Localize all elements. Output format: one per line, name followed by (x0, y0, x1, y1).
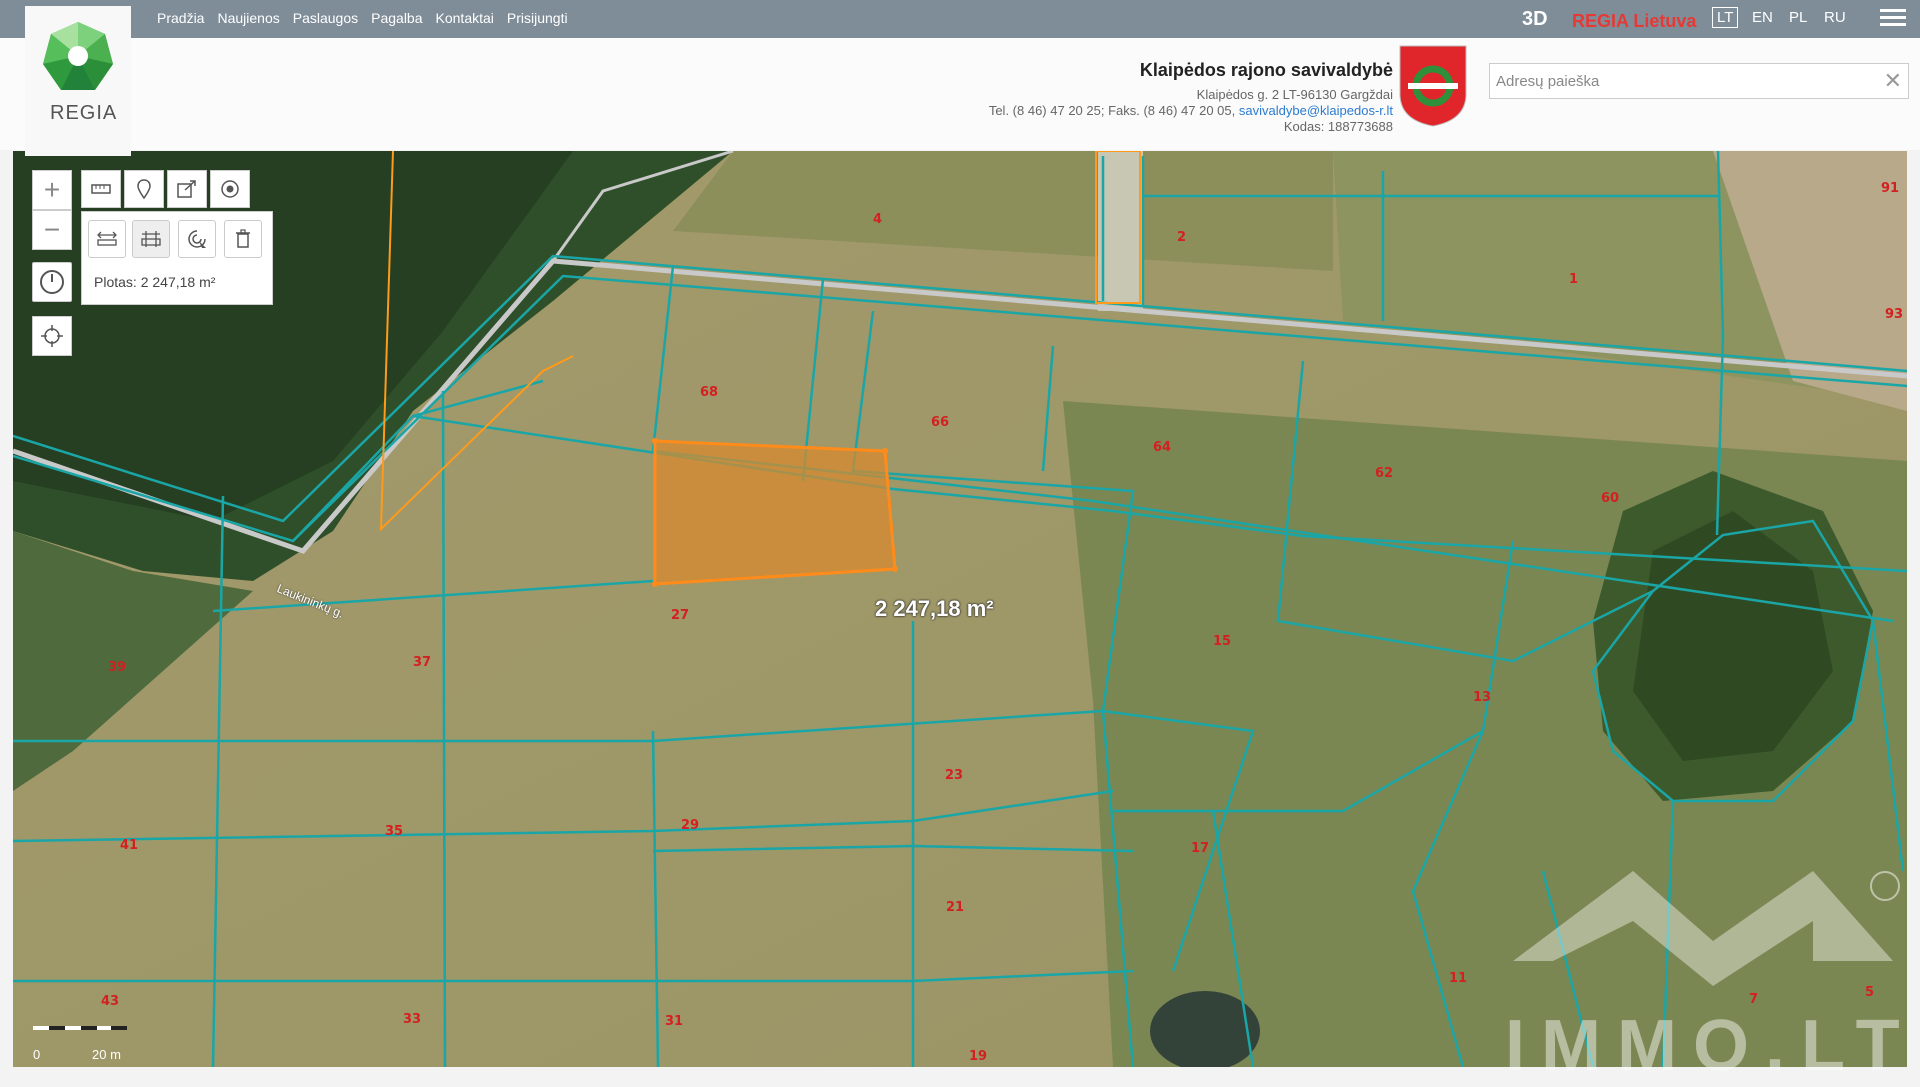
radius-icon (188, 230, 206, 248)
parcel-number: 60 (1601, 491, 1619, 506)
parcel-number: 31 (665, 1014, 683, 1029)
parcel-number: 4 (873, 212, 882, 227)
parcel-number: 13 (1473, 690, 1491, 705)
marker-tool-button[interactable] (124, 170, 164, 208)
parcel-number: 64 (1153, 440, 1171, 455)
scale-length-label: 20 m (92, 1047, 121, 1062)
clock-icon (40, 270, 64, 294)
address-search: ✕ (1489, 63, 1909, 99)
history-button[interactable] (32, 262, 72, 302)
parcel-number: 21 (946, 900, 964, 915)
main-nav: Pradžia Naujienos Paslaugos Pagalba Kont… (157, 10, 581, 26)
distance-icon (97, 231, 117, 246)
clear-search-icon[interactable]: ✕ (1884, 68, 1902, 94)
parcel-number: 62 (1375, 466, 1393, 481)
nav-help[interactable]: Pagalba (371, 10, 422, 26)
area-readout: Plotas: 2 247,18 m² (94, 274, 216, 290)
organization-phone: Tel. (8 46) 47 20 25; Faks. (8 46) 47 20… (988, 103, 1236, 118)
target-button[interactable] (210, 170, 250, 208)
parcel-number: 66 (931, 415, 949, 430)
measure-panel: Plotas: 2 247,18 m² (81, 211, 273, 305)
coat-of-arms-icon (1399, 45, 1467, 127)
parcel-number: 11 (1449, 971, 1467, 986)
parcel-number: 5 (1865, 985, 1874, 1000)
selected-parcel[interactable] (653, 439, 897, 586)
nav-news[interactable]: Naujienos (217, 10, 279, 26)
logo-text: REGIA (50, 102, 118, 124)
parcel-number: 15 (1213, 634, 1231, 649)
target-icon (221, 180, 239, 198)
parcel-number: 17 (1191, 841, 1209, 856)
crosshair-icon (41, 325, 63, 347)
regia-logo[interactable] (25, 6, 131, 156)
parcel-number: 23 (945, 768, 963, 783)
area-icon (141, 231, 161, 247)
organization-code: Kodas: 188773688 (1283, 119, 1393, 134)
parcel-number: 37 (413, 655, 431, 670)
measure-tool-button[interactable] (81, 170, 121, 208)
nav-services[interactable]: Paslaugos (293, 10, 358, 26)
share-icon (177, 180, 196, 198)
zoom-out-button[interactable]: − (32, 210, 72, 250)
measure-area-button[interactable] (132, 220, 170, 258)
map-pin-icon (137, 179, 151, 199)
parcel-number: 33 (403, 1012, 421, 1027)
measure-radius-button[interactable] (178, 220, 216, 258)
parcel-number: 41 (120, 838, 138, 853)
ruler-icon (91, 184, 111, 194)
watermark: IMMO.LT (1505, 1006, 1916, 1086)
parcel-number: 91 (1881, 181, 1899, 196)
zoom-in-button[interactable]: + (32, 170, 72, 210)
nav-contacts[interactable]: Kontaktai (436, 10, 494, 26)
parcel-number: 19 (969, 1049, 987, 1064)
parcel-number: 39 (108, 660, 126, 675)
3d-button[interactable]: 3D (1522, 8, 1548, 31)
parcel-number: 1 (1569, 272, 1578, 287)
locate-me-button[interactable] (32, 316, 72, 356)
parcel-number: 43 (101, 994, 119, 1009)
organization-email[interactable]: savivaldybe@klaipedos-r.lt (1239, 103, 1393, 118)
parcel-number: 68 (700, 385, 718, 400)
scale-zero-label: 0 (33, 1047, 41, 1062)
measure-distance-button[interactable] (88, 220, 126, 258)
share-button[interactable] (167, 170, 207, 208)
lang-ru[interactable]: RU (1824, 9, 1846, 26)
parcel-number: 2 (1177, 230, 1186, 245)
area-label: 2 247,18 m² (875, 596, 994, 621)
top-bar: Pradžia Naujienos Paslaugos Pagalba Kont… (0, 0, 1920, 38)
organization-title: Klaipėdos rajono savivaldybė (1139, 60, 1393, 80)
regia-lietuva-link[interactable]: REGIA Lietuva (1572, 11, 1696, 32)
delete-measurement-button[interactable] (224, 220, 262, 258)
lang-lt[interactable]: LT (1712, 7, 1739, 28)
lang-pl[interactable]: PL (1789, 9, 1807, 26)
nav-login[interactable]: Prisijungti (507, 10, 568, 26)
parcel-number: 29 (681, 818, 699, 833)
organization-address: Klaipėdos g. 2 LT-96130 Gargždai (1196, 87, 1393, 102)
organization-contacts: Tel. (8 46) 47 20 25; Faks. (8 46) 47 20… (989, 103, 1393, 118)
address-search-input[interactable] (1490, 64, 1870, 98)
hamburger-menu-icon[interactable] (1880, 9, 1906, 29)
parcel-number: 93 (1885, 307, 1903, 322)
trash-icon (236, 229, 250, 248)
parcel-number: 27 (671, 608, 689, 623)
scale-bar (33, 1026, 127, 1030)
nav-home[interactable]: Pradžia (157, 10, 204, 26)
parcel-number: 35 (385, 824, 403, 839)
lang-en[interactable]: EN (1752, 9, 1773, 26)
